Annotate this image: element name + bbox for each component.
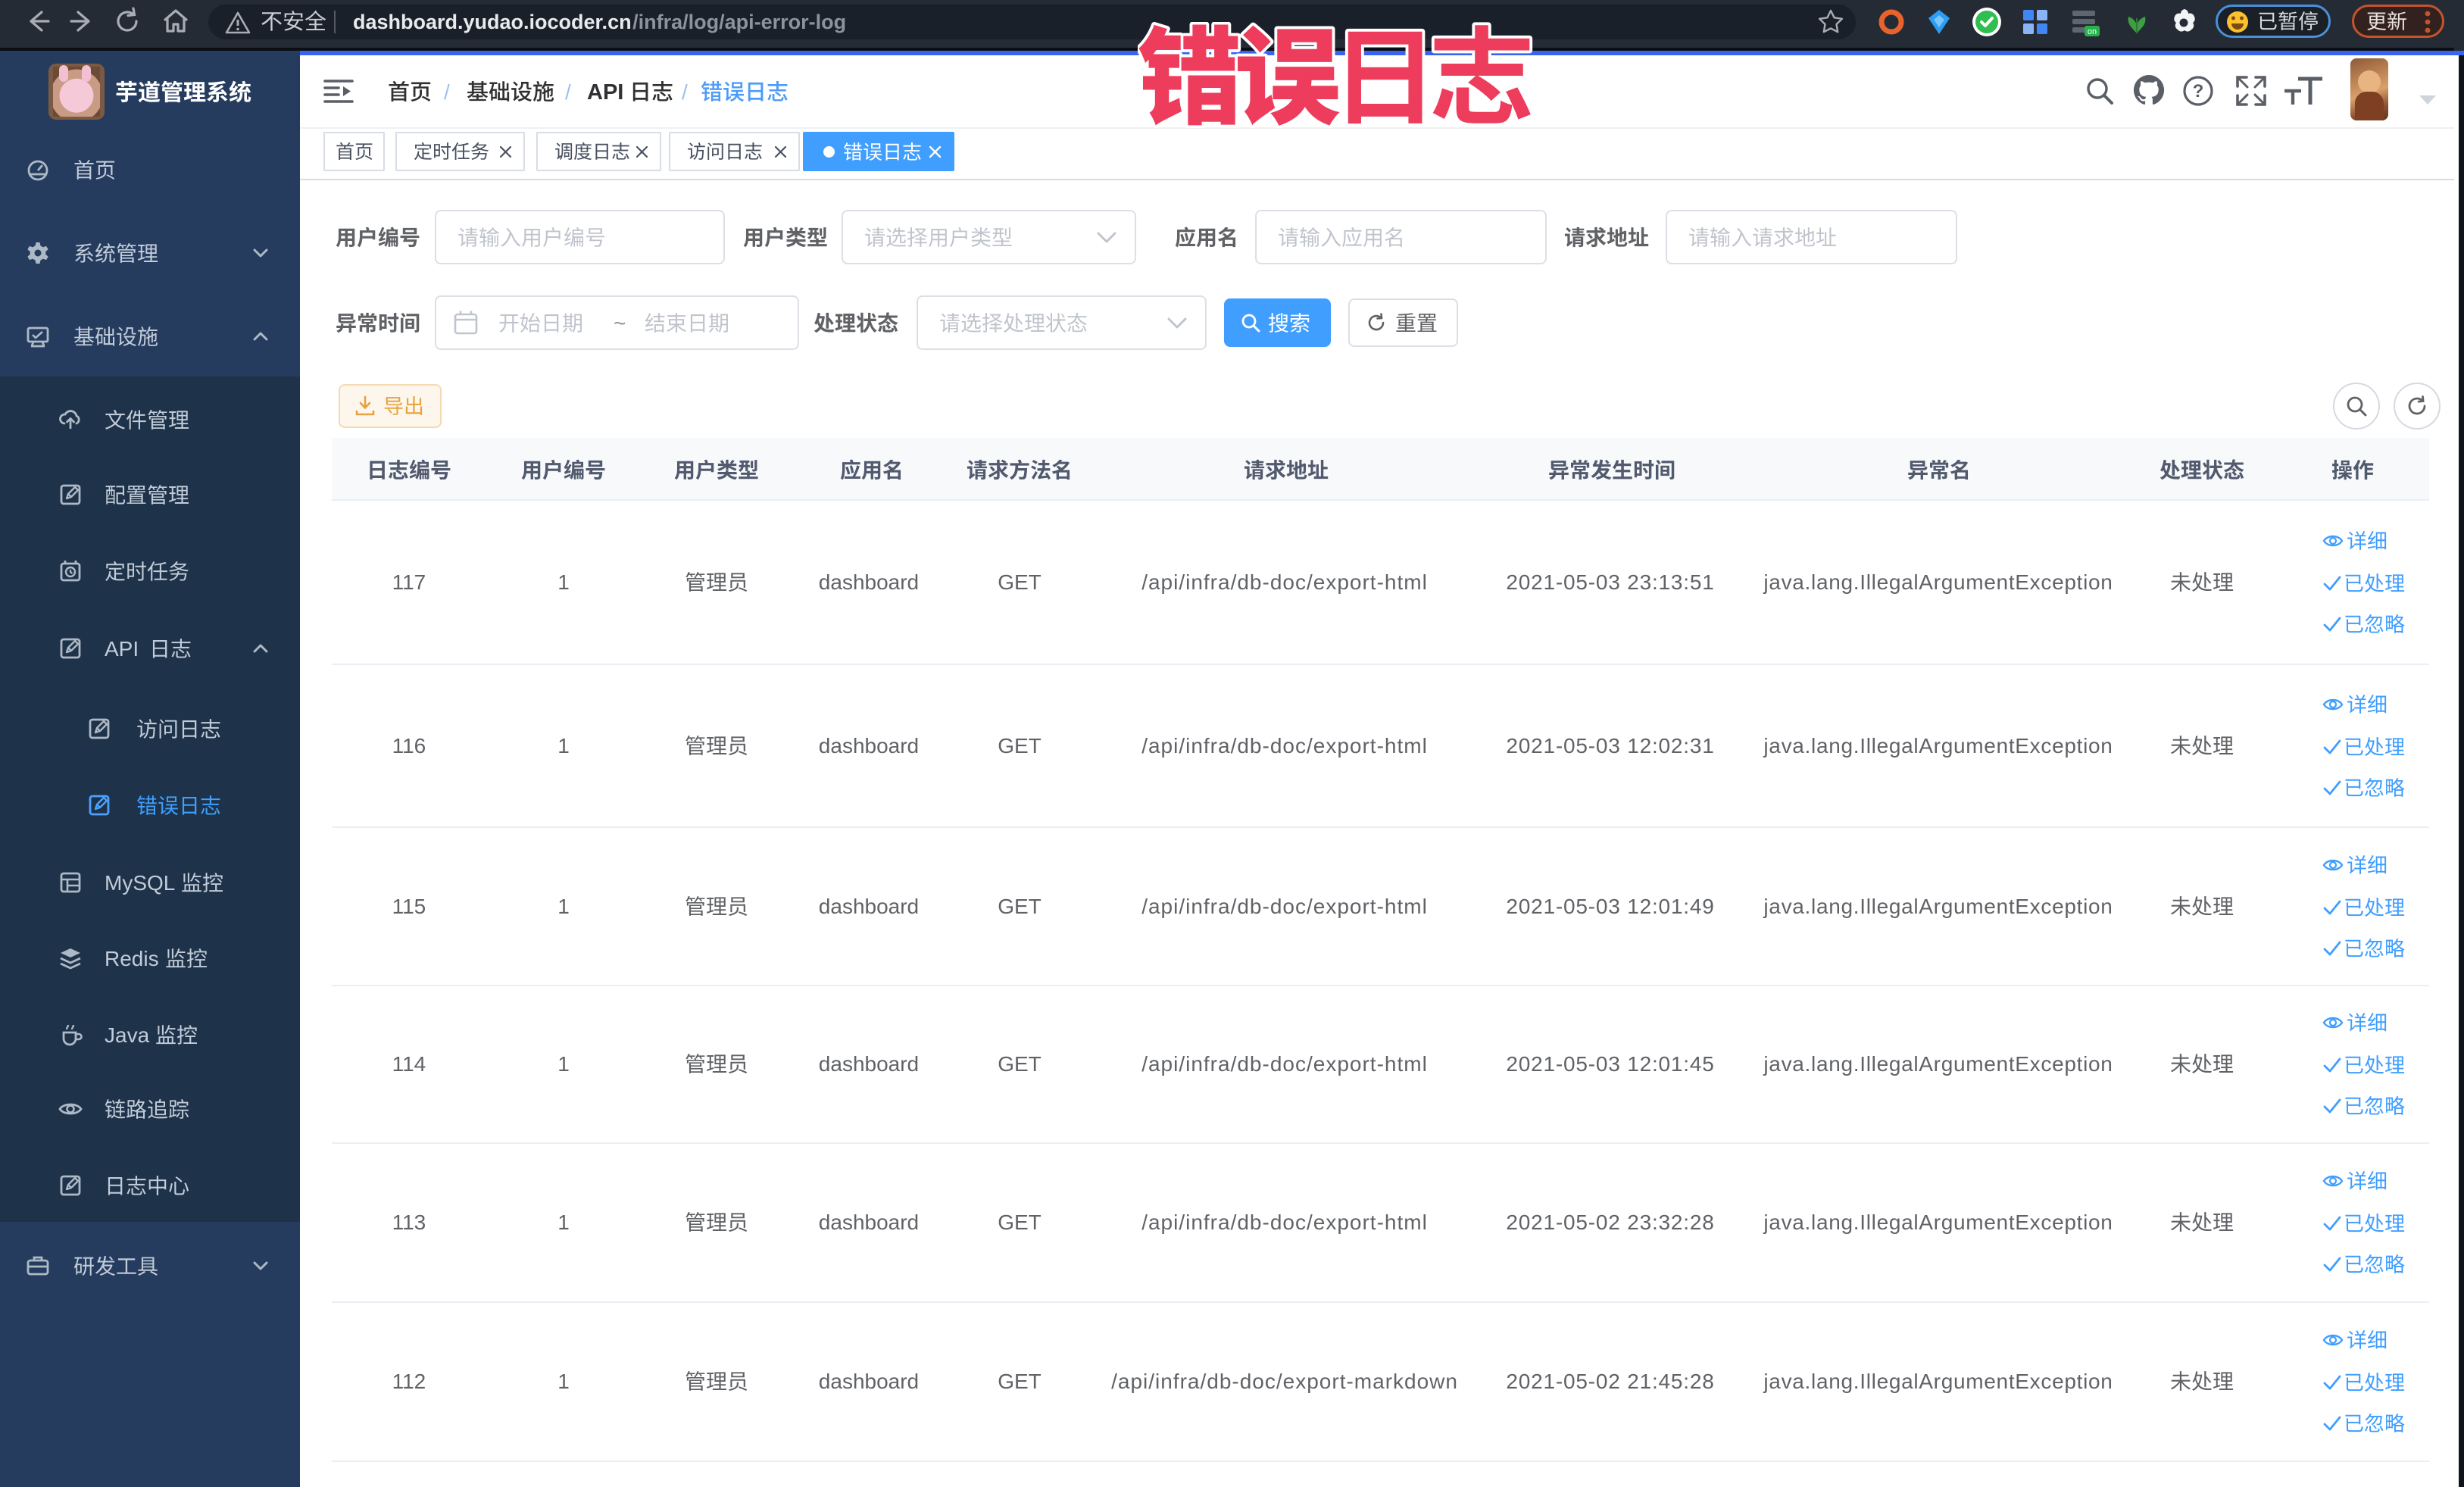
svg-text:on: on bbox=[2088, 27, 2097, 36]
svg-text:?: ? bbox=[2193, 81, 2204, 102]
